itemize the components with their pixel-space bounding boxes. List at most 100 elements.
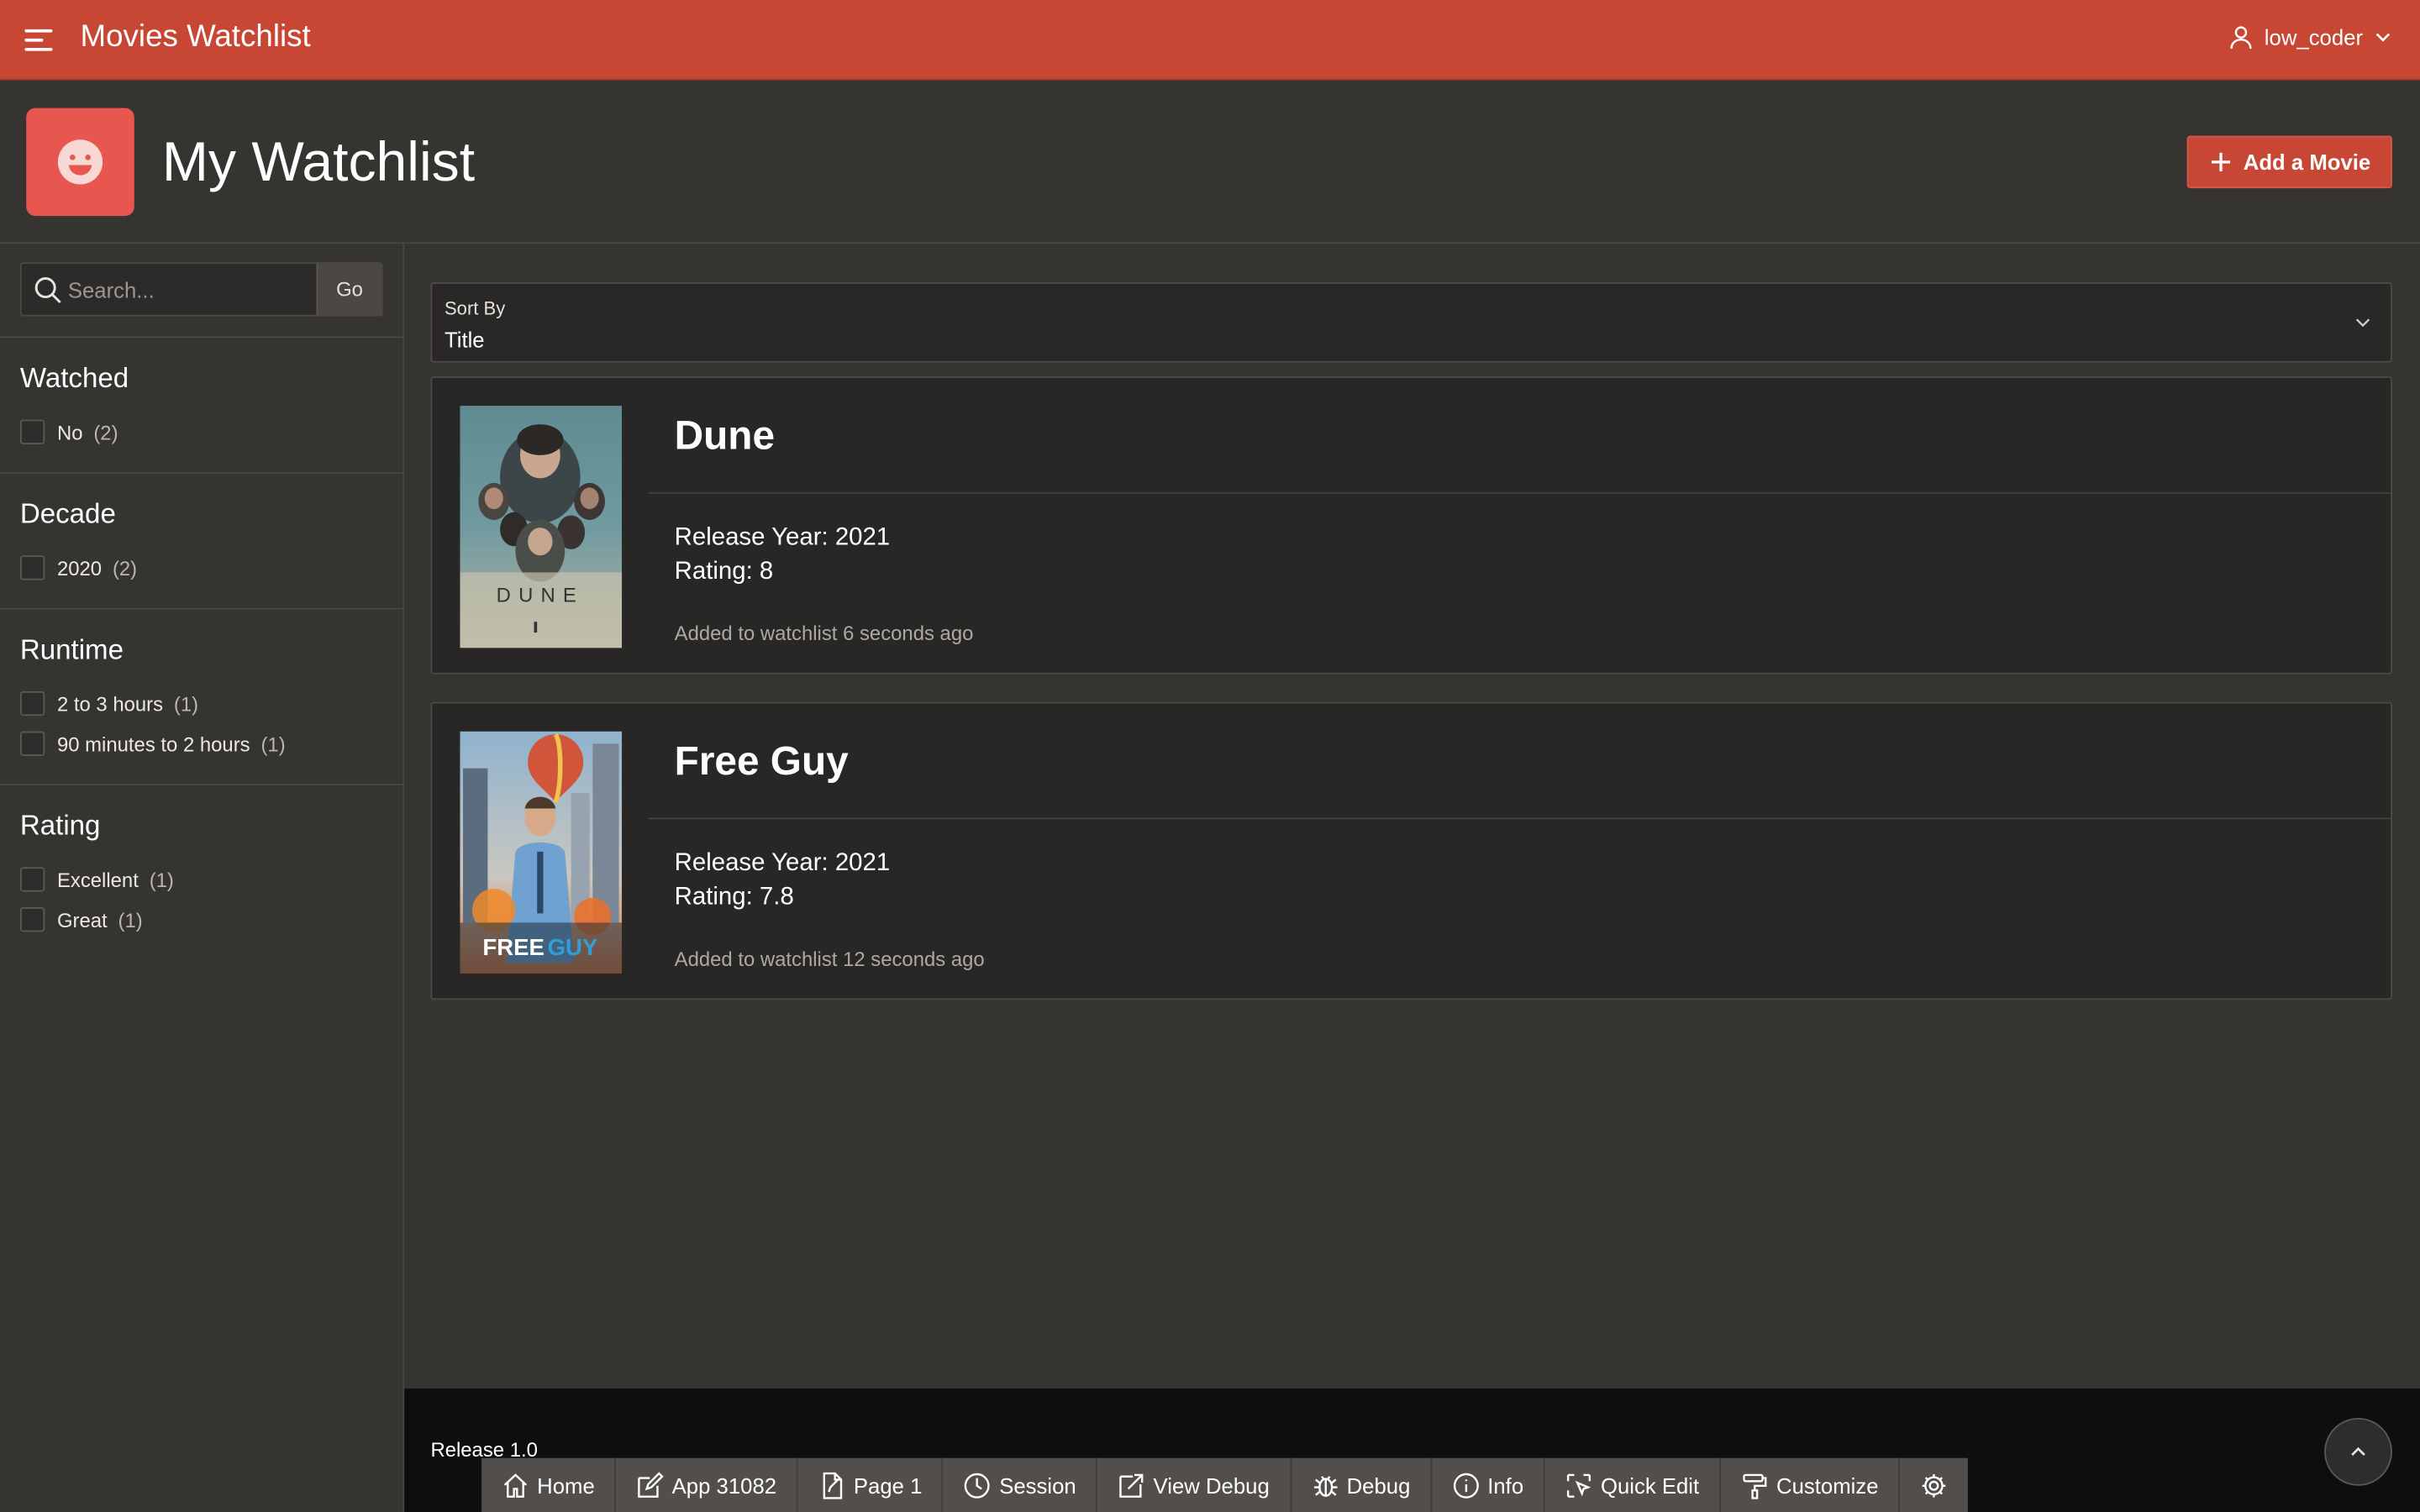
option-count: (2) xyxy=(93,420,118,444)
quick-edit-icon xyxy=(1567,1473,1591,1497)
option-count: (1) xyxy=(173,691,199,716)
movie-card[interactable]: FREE GUY Free Guy Release Year: 2021 Rati… xyxy=(430,701,2392,1000)
devbar-label: Customize xyxy=(1776,1473,1879,1498)
option-count: (1) xyxy=(149,868,174,891)
movie-title[interactable]: Dune xyxy=(675,412,775,459)
go-button[interactable]: Go xyxy=(316,264,381,315)
plus-icon xyxy=(2211,152,2230,171)
chevron-down-icon xyxy=(2375,33,2391,42)
movie-title[interactable]: Free Guy xyxy=(675,738,849,785)
checkbox[interactable] xyxy=(19,555,45,580)
poster-free-guy: FREE GUY xyxy=(460,731,623,974)
gear-icon xyxy=(1922,1473,1946,1497)
page-edit-icon xyxy=(823,1471,843,1499)
devbar-debug[interactable]: Debug xyxy=(1291,1457,1433,1512)
devbar-home[interactable]: Home xyxy=(481,1457,617,1512)
faceted-search-sidebar: Go Watched No (2) Decade 2020 (2) Runtim… xyxy=(0,244,405,1512)
paint-roller-icon xyxy=(1743,1473,1767,1499)
bug-icon xyxy=(1313,1475,1337,1496)
chevron-up-icon xyxy=(2351,1446,2365,1457)
sort-by-select[interactable]: Sort By Title xyxy=(430,282,2392,363)
facet-option-watched-no[interactable]: No (2) xyxy=(19,419,118,444)
devbar-app[interactable]: App 31082 xyxy=(617,1457,798,1512)
smile-icon xyxy=(57,139,103,185)
menu-icon[interactable] xyxy=(24,26,55,54)
devbar-label: View Debug xyxy=(1153,1473,1270,1498)
option-label: No xyxy=(56,420,83,444)
option-count: (1) xyxy=(260,732,286,756)
movie-added-time: Added to watchlist 6 seconds ago xyxy=(674,622,974,645)
page-hero: My Watchlist Add a Movie xyxy=(0,80,2420,244)
app-title[interactable]: Movies Watchlist xyxy=(81,20,311,55)
card-divider xyxy=(648,817,2391,820)
facet-option-decade-2020[interactable]: 2020 (2) xyxy=(19,555,138,580)
checkbox[interactable] xyxy=(19,907,45,932)
option-count: (2) xyxy=(112,556,138,580)
checkbox[interactable] xyxy=(19,867,45,892)
facet-title-decade: Decade xyxy=(19,498,116,530)
home-icon xyxy=(503,1473,528,1497)
card-divider xyxy=(648,491,2391,494)
devbar-label: Page 1 xyxy=(853,1473,923,1498)
sort-label: Sort By xyxy=(444,297,506,320)
movie-added-time: Added to watchlist 12 seconds ago xyxy=(674,947,985,971)
facet-rating: Rating Excellent (1) Great (1) xyxy=(0,784,403,969)
developer-toolbar: Home App 31082 Page 1 Session View Debug… xyxy=(481,1457,1969,1512)
devbar-info[interactable]: Info xyxy=(1432,1457,1545,1512)
facet-title-watched: Watched xyxy=(19,362,129,394)
movie-rating: Rating: 7.8 xyxy=(674,884,794,911)
devbar-customize[interactable]: Customize xyxy=(1721,1457,1901,1512)
search-box: Go xyxy=(19,262,383,317)
devbar-label: Home xyxy=(537,1473,595,1498)
option-label: Excellent xyxy=(56,868,139,891)
facet-title-rating: Rating xyxy=(19,810,101,842)
scroll-to-top-button[interactable] xyxy=(2324,1417,2392,1486)
user-name: low_coder xyxy=(2264,24,2364,50)
top-bar: Movies Watchlist low_coder xyxy=(0,0,2420,81)
movie-card[interactable]: DUNE Dune Release Year: 2021 Rating: 8 A… xyxy=(430,376,2392,675)
devbar-session[interactable]: Session xyxy=(944,1457,1098,1512)
chevron-down-icon xyxy=(2355,318,2370,328)
facet-decade: Decade 2020 (2) xyxy=(0,472,403,608)
devbar-label: Info xyxy=(1487,1473,1524,1498)
poster-title: FREE GUY xyxy=(482,934,597,960)
facet-option-rating-great[interactable]: Great (1) xyxy=(19,907,143,932)
facet-title-runtime: Runtime xyxy=(19,633,124,665)
devbar-label: Debug xyxy=(1346,1473,1411,1498)
movie-release-year: Release Year: 2021 xyxy=(674,850,891,877)
devbar-page[interactable]: Page 1 xyxy=(798,1457,944,1512)
page-footer: Release 1.0 Home App 31082 Page 1 Sessio… xyxy=(404,1389,2420,1512)
option-label: Great xyxy=(56,907,108,932)
devbar-label: Session xyxy=(999,1473,1076,1498)
movie-rating: Rating: 8 xyxy=(674,558,774,585)
poster-dune: DUNE xyxy=(460,406,623,648)
sort-value: Title xyxy=(444,327,485,352)
poster-title: DUNE xyxy=(497,584,584,606)
clock-icon xyxy=(965,1472,991,1498)
edit-icon xyxy=(638,1471,665,1497)
facet-runtime: Runtime 2 to 3 hours (1) 90 minutes to 2… xyxy=(0,607,403,784)
add-movie-label: Add a Movie xyxy=(2243,150,2371,175)
devbar-label: Quick Edit xyxy=(1600,1473,1700,1498)
hero-icon-tile xyxy=(26,108,134,217)
user-menu[interactable]: low_coder xyxy=(2229,24,2392,50)
devbar-quick-edit[interactable]: Quick Edit xyxy=(1545,1457,1721,1512)
option-label: 2020 xyxy=(56,556,103,580)
facet-option-runtime-2-3h[interactable]: 2 to 3 hours (1) xyxy=(19,690,199,717)
devbar-settings[interactable] xyxy=(1900,1458,1968,1512)
add-movie-button[interactable]: Add a Movie xyxy=(2186,135,2392,189)
search-input[interactable] xyxy=(67,264,315,315)
checkbox[interactable] xyxy=(19,419,45,444)
devbar-view-debug[interactable]: View Debug xyxy=(1097,1457,1292,1512)
external-link-icon xyxy=(1119,1473,1144,1497)
devbar-label: App 31082 xyxy=(671,1473,777,1498)
user-icon xyxy=(2230,26,2252,49)
facet-option-rating-excellent[interactable]: Excellent (1) xyxy=(19,867,174,892)
page-title: My Watchlist xyxy=(161,129,476,193)
checkbox[interactable] xyxy=(19,690,45,717)
main-content: Sort By Title DUNE Dune Release Year: 20… xyxy=(404,244,2420,1389)
facet-option-runtime-90m-2h[interactable]: 90 minutes to 2 hours (1) xyxy=(19,731,286,757)
search-icon xyxy=(34,277,61,304)
option-label: 2 to 3 hours xyxy=(56,691,164,716)
checkbox[interactable] xyxy=(19,731,45,757)
